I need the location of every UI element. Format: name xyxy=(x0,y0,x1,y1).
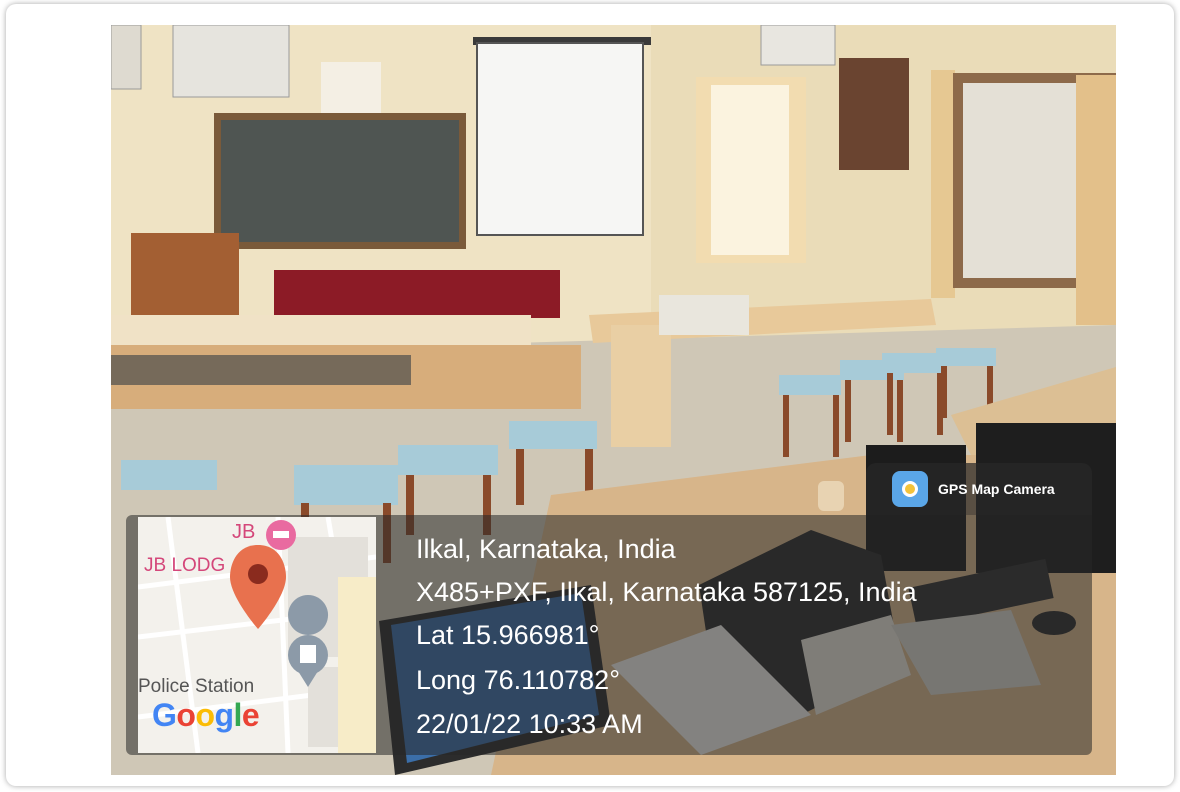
latitude-text: Lat 15.966981° xyxy=(416,620,600,650)
datetime-text: 22/01/22 10:33 AM xyxy=(416,709,643,739)
map-label-police: Police Station xyxy=(138,676,255,697)
location-map: JB JB LODG Police Station Google xyxy=(138,517,376,753)
map-label-jb: JB xyxy=(232,521,256,543)
gps-map-camera-badge: GPS Map Camera xyxy=(866,463,1092,515)
map-label-lodge: JB LODG xyxy=(144,555,226,576)
google-logo: Google xyxy=(152,697,260,733)
gps-camera-app-icon xyxy=(892,471,928,507)
longitude-text: Long 76.110782° xyxy=(416,665,620,695)
address-text: X485+PXF, Ilkal, Karnataka 587125, India xyxy=(416,577,917,607)
map-pin-icon xyxy=(230,545,286,629)
app-name: GPS Map Camera xyxy=(938,481,1055,497)
location-title: Ilkal, Karnataka, India xyxy=(416,534,676,564)
